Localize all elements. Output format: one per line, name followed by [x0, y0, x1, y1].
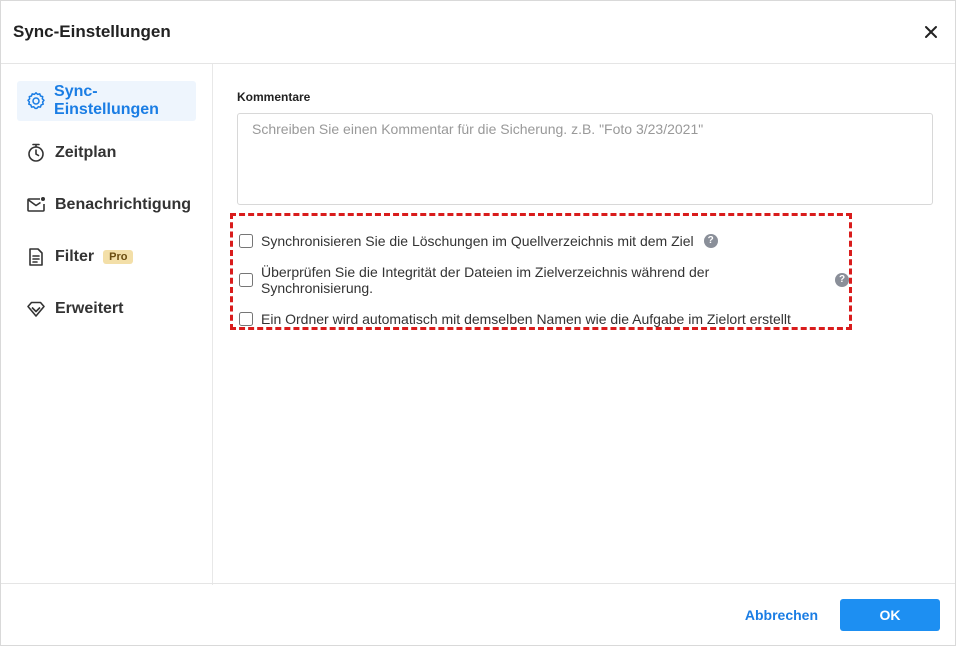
document-icon [25, 246, 47, 268]
sync-settings-dialog: Sync-Einstellungen Sync-Einstellungen Ze… [0, 0, 956, 646]
sidebar-item-label: Benachrichtigung [55, 196, 192, 213]
settings-panel: Kommentare Synchronisieren Sie die Lösch… [213, 64, 955, 585]
help-icon[interactable]: ? [835, 272, 850, 287]
cancel-button[interactable]: Abbrechen [745, 607, 818, 623]
auto-create-folder-checkbox[interactable] [239, 311, 253, 326]
option-label: Synchronisieren Sie die Löschungen im Qu… [261, 232, 694, 249]
dialog-footer: Abbrechen OK [1, 583, 955, 645]
help-icon[interactable]: ? [703, 233, 718, 248]
sidebar-item-notification[interactable]: Benachrichtigung [17, 185, 196, 225]
close-icon[interactable] [919, 20, 943, 44]
option-label: Überprüfen Sie die Integrität der Dateie… [261, 263, 710, 296]
dialog-titlebar: Sync-Einstellungen [1, 1, 955, 64]
option-sync-deletions[interactable]: Synchronisieren Sie die Löschungen im Qu… [239, 221, 849, 260]
comment-input[interactable] [237, 113, 933, 205]
sidebar-item-advanced[interactable]: Erweitert [17, 289, 196, 329]
sidebar-item-label: Sync-Einstellungen [54, 83, 159, 118]
option-auto-create-folder[interactable]: Ein Ordner wird automatisch mit demselbe… [239, 299, 849, 338]
sync-options-group: Synchronisieren Sie die Löschungen im Qu… [230, 213, 852, 330]
sidebar-item-sync-settings[interactable]: Sync-Einstellungen [17, 81, 196, 121]
pro-badge: Pro [103, 250, 134, 264]
gear-icon [25, 90, 46, 112]
sidebar-item-label: Erweitert [55, 300, 124, 317]
sidebar-item-filter[interactable]: Filter Pro [17, 237, 196, 277]
option-label: Ein Ordner wird automatisch mit demselbe… [261, 310, 791, 327]
sidebar-item-schedule[interactable]: Zeitplan [17, 133, 196, 173]
sidebar-item-label: Zeitplan [55, 144, 117, 161]
timer-icon [25, 142, 47, 164]
sidebar: Sync-Einstellungen Zeitplan Benachrichti… [1, 64, 213, 585]
option-verify-integrity[interactable]: Überprüfen Sie die Integrität der Dateie… [239, 260, 850, 299]
ok-button[interactable]: OK [840, 598, 940, 631]
sidebar-item-label: Filter [55, 248, 95, 265]
dialog-title: Sync-Einstellungen [13, 22, 171, 41]
mail-icon [25, 194, 47, 216]
verify-integrity-checkbox[interactable] [239, 272, 253, 287]
comment-label: Kommentare [237, 90, 311, 104]
diamond-icon [25, 298, 47, 320]
sync-deletions-checkbox[interactable] [239, 233, 253, 248]
